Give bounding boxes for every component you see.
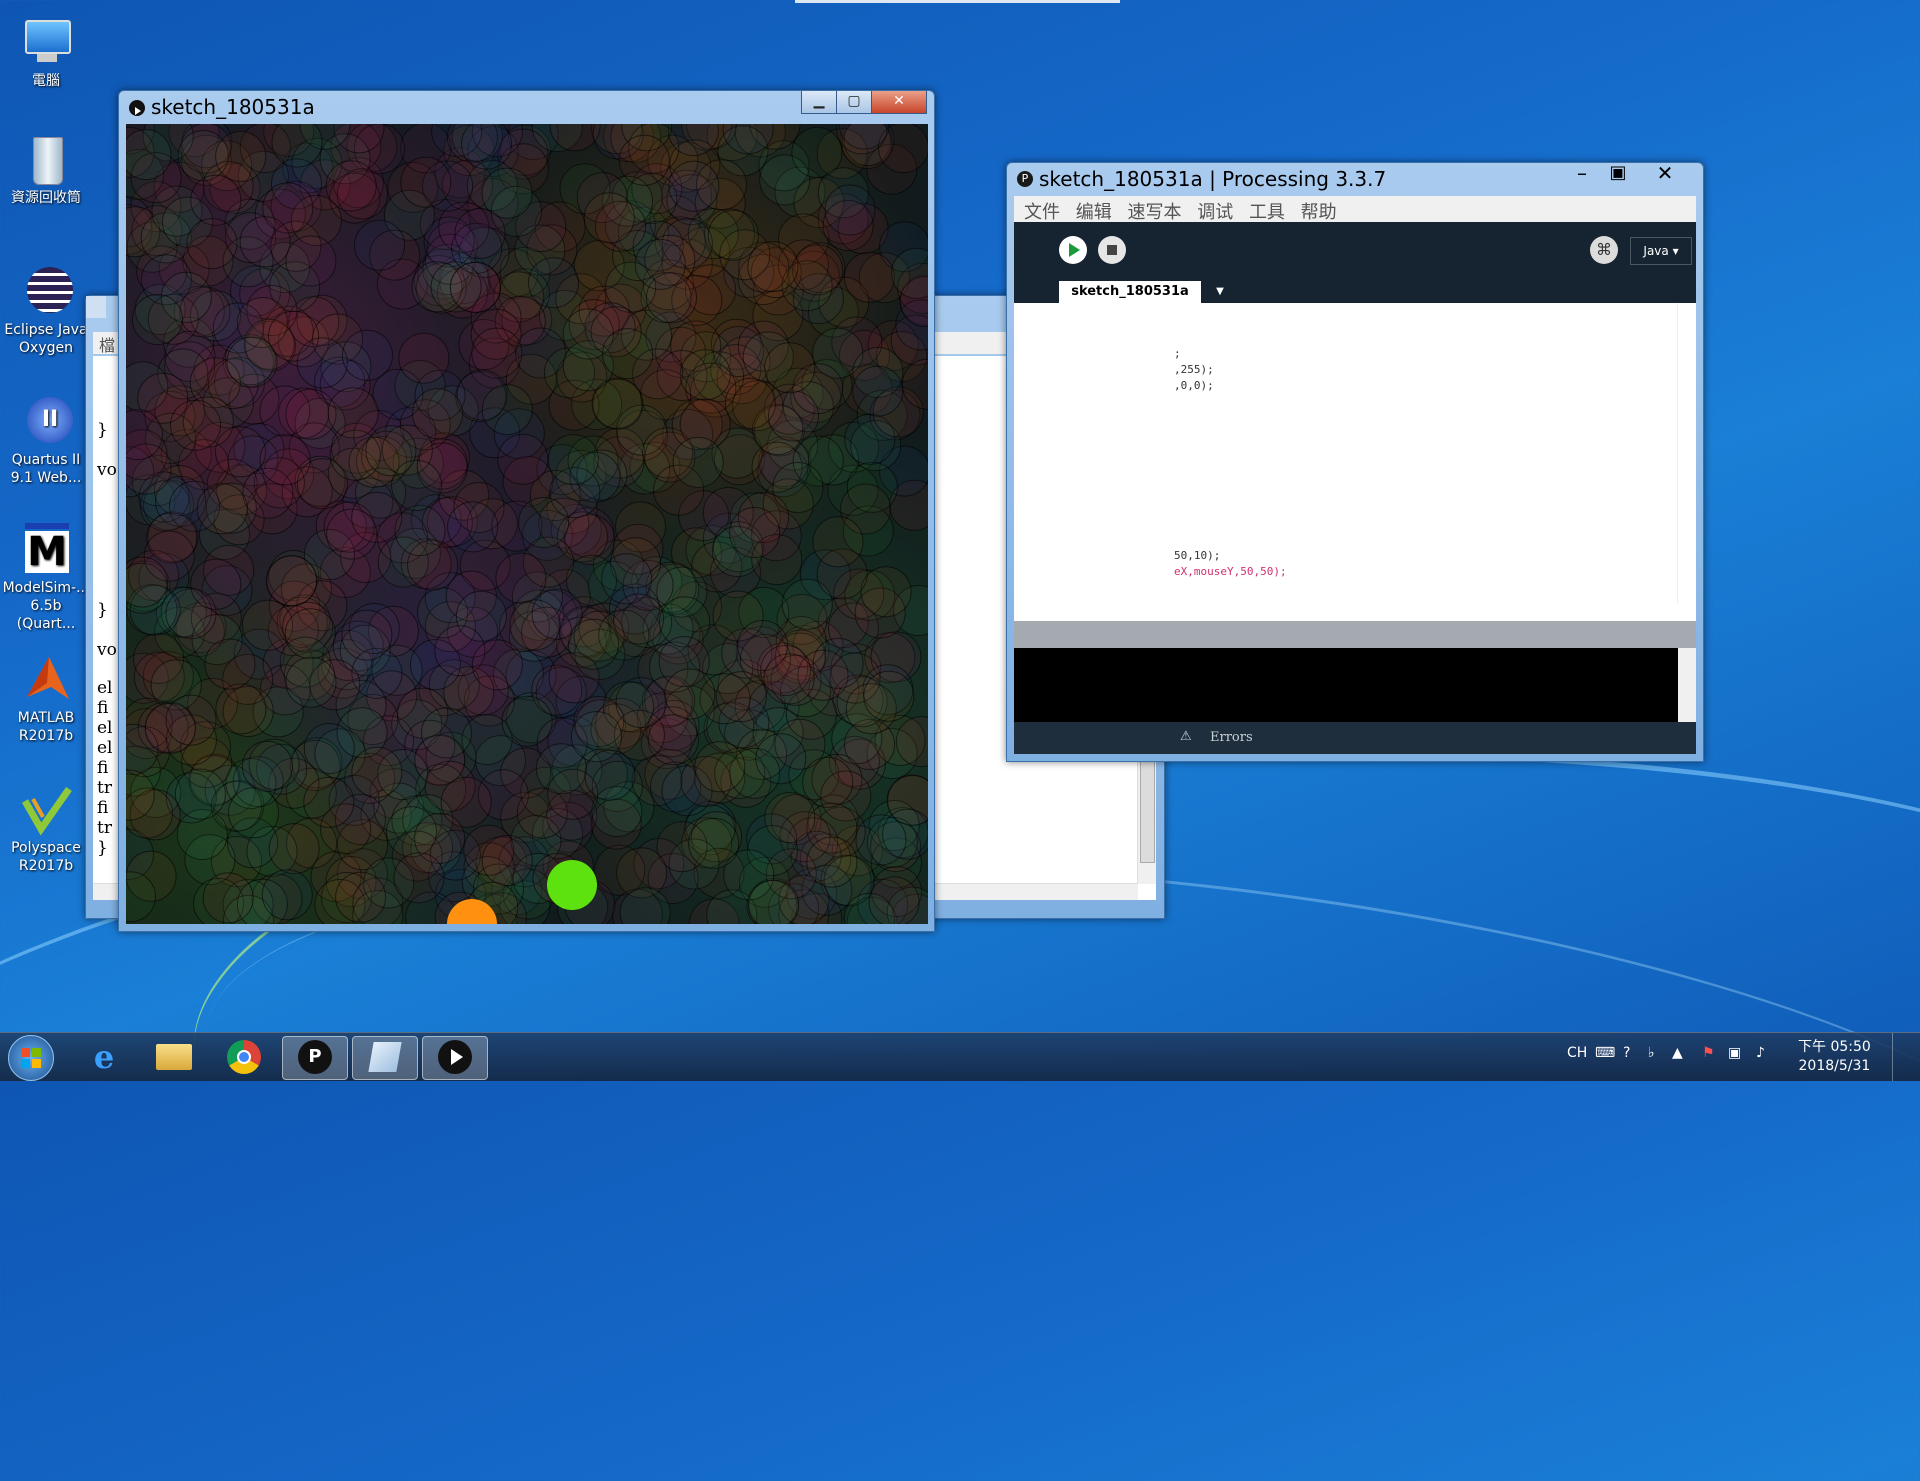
errors-bar: ⚠ Errors [1014,722,1696,754]
mode-selector[interactable]: Java ▾ [1630,237,1692,265]
desktop-icon-label: 電腦 [32,73,60,89]
taskbar-sketch[interactable] [422,1036,488,1080]
desktop-icon-label: 資源回收筒 [11,190,81,206]
processing-ide-window[interactable]: P sketch_180531a | Processing 3.3.7 – ▣ … [1006,162,1704,762]
menu-tools[interactable]: 工具 [1249,198,1285,224]
ide-console[interactable] [1014,648,1696,722]
help-icon[interactable]: ? [1623,1045,1630,1061]
close-button[interactable]: ✕ [871,91,927,114]
desktop-icon-modelsim[interactable]: M ModelSim-... 6.5b (Quart... [0,523,92,633]
errors-tab[interactable]: Errors [1210,730,1253,745]
code-fragment: vo [97,460,117,480]
sketch-canvas[interactable] [126,124,928,924]
taskbar-explorer[interactable] [142,1036,206,1078]
green-ball [547,860,597,910]
menu-file[interactable]: 文件 [1024,198,1060,224]
offscreen-window-edge [795,0,1120,3]
tab-sketch[interactable]: sketch_180531a [1059,281,1201,303]
console-scrollbar[interactable] [1678,648,1696,722]
sketch-titlebar[interactable]: sketch_180531a ▁ ▢ ✕ [119,91,934,123]
processing-icon: P [298,1040,332,1074]
back-window-icon [86,296,106,318]
modelsim-icon: M [19,523,73,577]
processing-logo-icon: P [1017,171,1033,187]
chrome-icon [227,1040,261,1074]
desktop-icon-quartus[interactable]: II Quartus II 9.1 Web... [0,395,92,487]
tab-menu-chevron-icon[interactable]: ▼ [1212,283,1228,301]
keyboard-icon[interactable]: ⌨ [1595,1045,1615,1061]
start-button[interactable] [8,1035,54,1081]
eclipse-icon [19,265,73,319]
taskbar-chrome[interactable] [212,1036,276,1078]
menu-fragment: 檔 [99,336,116,355]
code-fragment: } [97,600,108,620]
sketch-title: sketch_180531a [151,95,315,119]
computer-icon [19,16,73,70]
input-language[interactable]: CH [1567,1045,1587,1061]
run-button[interactable] [1059,236,1087,264]
desktop-icon-eclipse[interactable]: Eclipse Java Oxygen [0,265,92,357]
desktop-icon-label: MATLAB R2017b [17,710,75,744]
desktop-icon-label: Quartus II 9.1 Web... [10,452,82,486]
volume-icon[interactable]: ♪ [1756,1045,1765,1061]
ide-tab-row: sketch_180531a ▼ [1014,278,1696,303]
desktop-icon-recycle-bin[interactable]: 資源回收筒 [0,133,92,207]
notepad-icon [368,1042,402,1072]
ide-status-bar [1014,621,1696,648]
quartus-icon: II [19,395,73,449]
close-button[interactable]: ✕ [1647,163,1683,185]
clock-time: 下午 05:50 [1798,1039,1871,1055]
sketch-play-icon [129,100,145,116]
clock[interactable]: 下午 05:50 2018/5/31 [1798,1038,1871,1076]
desktop-icon-label: Eclipse Java Oxygen [4,322,88,356]
ide-titlebar[interactable]: P sketch_180531a | Processing 3.3.7 – ▣ … [1007,163,1703,195]
menu-edit[interactable]: 编辑 [1076,198,1112,224]
code-fragment: } [97,420,108,440]
sketch-window[interactable]: sketch_180531a ▁ ▢ ✕ [118,90,935,932]
menu-sketch[interactable]: 速写本 [1127,198,1181,224]
ide-title: sketch_180531a | Processing 3.3.7 [1039,167,1387,191]
desktop-icon-computer[interactable]: 電腦 [0,16,92,90]
debugger-icon[interactable]: ⌘ [1590,236,1618,264]
clock-date: 2018/5/31 [1798,1058,1871,1074]
taskbar: e P CH ⌨ ? ♭ ▲ ⚑ ▣ ♪ 下午 05:50 2018/5/31 [0,1032,1920,1081]
recycle-bin-icon [19,133,73,187]
matlab-icon [19,653,73,707]
minimize-button[interactable]: ▁ [801,91,837,114]
stop-button[interactable] [1098,236,1126,264]
network-icon[interactable]: ▣ [1728,1045,1741,1061]
ime-icon[interactable]: ♭ [1648,1045,1655,1061]
ide-menubar: 文件 编辑 速写本 调试 工具 帮助 [1014,196,1696,224]
code-editor[interactable]: ; ,255); ,0,0); 50,10); eX,mouseY,50,50)… [1014,303,1696,621]
circle-pattern [126,124,928,924]
show-hidden-icons-icon[interactable]: ▲ [1672,1045,1683,1061]
desktop-icon-matlab[interactable]: MATLAB R2017b [0,653,92,745]
show-desktop-button[interactable] [1892,1033,1920,1081]
maximize-button[interactable]: ▢ [836,91,872,114]
sketch-run-icon [438,1040,472,1074]
desktop-icon-label: Polyspace R2017b [11,840,81,874]
menu-debug[interactable]: 调试 [1197,198,1233,224]
minimize-button[interactable]: – [1567,163,1597,185]
taskbar-processing[interactable]: P [282,1036,348,1080]
desktop-icon-label: ModelSim-... 6.5b (Quart... [2,580,90,632]
taskbar-ie[interactable]: e [72,1036,136,1078]
desktop-icon-polyspace[interactable]: Polyspace R2017b [0,783,92,875]
taskbar-notepad[interactable] [352,1036,418,1080]
editor-vertical-scrollbar[interactable] [1677,303,1696,603]
maximize-button[interactable]: ▣ [1603,163,1633,185]
warning-icon: ⚠ [1180,729,1192,744]
action-center-flag-icon[interactable]: ⚑ [1702,1045,1715,1061]
folder-icon [156,1044,192,1070]
internet-explorer-icon: e [93,1038,115,1076]
code-fragment-block: el fi el el fi tr fi tr } [97,678,113,858]
polyspace-icon [19,783,73,837]
menu-help[interactable]: 帮助 [1301,198,1337,224]
code-fragment: vo [97,640,117,660]
ide-toolbar: ⌘ Java ▾ [1014,222,1696,278]
